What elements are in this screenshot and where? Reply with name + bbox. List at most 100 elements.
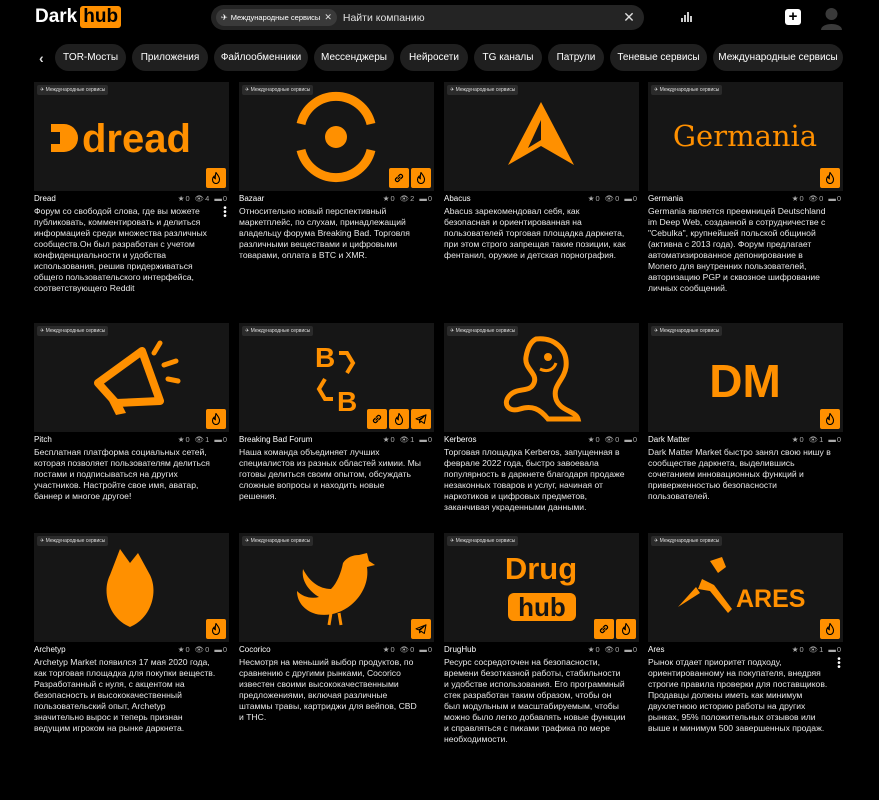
category-apps[interactable]: Приложения [132, 44, 208, 71]
card-name[interactable]: Ares [648, 645, 664, 654]
card-stats: ★0 👁4 ▬0 [178, 194, 227, 203]
fire-icon[interactable] [206, 409, 226, 429]
category-messengers[interactable]: Мессенджеры [314, 44, 394, 71]
category-tg[interactable]: TG каналы [474, 44, 542, 71]
card-thumbnail[interactable]: ✈ Международные сервисы Drug hub [444, 533, 639, 642]
fire-icon[interactable] [820, 619, 840, 639]
fire-icon[interactable] [820, 168, 840, 188]
card-name[interactable]: Dread [34, 194, 56, 203]
card-abacus[interactable]: ✈ Международные сервисы Abacus ★0 👁0 ▬0 … [444, 82, 639, 261]
eye-icon: 👁1 [399, 435, 415, 444]
card-ares[interactable]: ✈ Международные сервисы ARES Ares ★0 👁1 … [648, 533, 843, 734]
card-thumbnail[interactable]: ✈ Международные сервисы dread [34, 82, 229, 191]
site-logo[interactable]: Dark hub [35, 6, 122, 28]
plane-icon: ✈ [221, 13, 228, 22]
telegram-icon[interactable] [411, 409, 431, 429]
card-badges [411, 619, 431, 639]
card-stats: ★0 👁1 ▬0 [792, 645, 841, 654]
link-icon[interactable] [389, 168, 409, 188]
fire-icon[interactable] [206, 168, 226, 188]
link-icon[interactable] [367, 409, 387, 429]
card-pitch[interactable]: ✈ Международные сервисы Pitch ★0 👁1 ▬0 Б… [34, 323, 229, 502]
card-thumbnail[interactable]: ✈ Международные сервисы Germania [648, 82, 843, 191]
category-shadow[interactable]: Теневые сервисы [610, 44, 707, 71]
card-name[interactable]: Breaking Bad Forum [239, 435, 312, 444]
comment-icon: ▬0 [828, 435, 841, 444]
card-name[interactable]: DrugHub [444, 645, 476, 654]
card-thumbnail[interactable]: ✈ Международные сервисы [239, 533, 434, 642]
filter-chip[interactable]: ✈ Международные сервисы ✕ [216, 9, 337, 26]
card-archetyp[interactable]: ✈ Международные сервисы Archetyp ★0 👁0 ▬… [34, 533, 229, 734]
eye-icon: 👁1 [808, 435, 824, 444]
top-header: Dark hub ✈ Международные сервисы ✕ ✕ + [0, 0, 879, 38]
card-name[interactable]: Cocorico [239, 645, 271, 654]
comment-icon: ▬0 [419, 194, 432, 203]
eye-icon: 👁0 [604, 645, 620, 654]
abacus-logo [508, 102, 574, 165]
stats-icon[interactable] [681, 12, 693, 22]
dm-logo: DM [709, 355, 781, 407]
card-thumbnail[interactable]: ✈ Международные сервисы DM [648, 323, 843, 432]
card-name[interactable]: Bazaar [239, 194, 264, 203]
card-thumbnail[interactable]: ✈ Международные сервисы [239, 82, 434, 191]
card-name[interactable]: Dark Matter [648, 435, 690, 444]
card-description: Ресурс сосредоточен на безопасности, вре… [444, 657, 626, 744]
card-dark-matter[interactable]: ✈ Международные сервисы DM Dark Matter ★… [648, 323, 843, 502]
card-dread[interactable]: ✈ Международные сервисы dread Dread ★0 👁… [34, 82, 229, 294]
card-germania[interactable]: ✈ Международные сервисы Germania Germani… [648, 82, 843, 294]
category-tor[interactable]: TOR-Мосты [55, 44, 126, 71]
eye-icon: 👁1 [194, 435, 210, 444]
card-name[interactable]: Pitch [34, 435, 52, 444]
card-name[interactable]: Kerberos [444, 435, 476, 444]
fire-icon[interactable] [411, 168, 431, 188]
comment-icon: ▬0 [214, 645, 227, 654]
link-icon[interactable] [594, 619, 614, 639]
category-patrols[interactable]: Патрули [548, 44, 604, 71]
card-badges [820, 409, 840, 429]
category-ai[interactable]: Нейросети [400, 44, 468, 71]
add-button[interactable]: + [785, 9, 801, 25]
eye-icon: 👁2 [399, 194, 415, 203]
card-thumbnail[interactable]: ✈ Международные сервисы ARES [648, 533, 843, 642]
fire-icon[interactable] [389, 409, 409, 429]
user-avatar-icon[interactable] [821, 6, 842, 30]
card-thumbnail[interactable]: ✈ Международные сервисы [34, 323, 229, 432]
card-thumbnail[interactable]: ✈ Международные сервисы B B [239, 323, 434, 432]
card-cocorico[interactable]: ✈ Международные сервисы Cocorico ★0 👁0 ▬… [239, 533, 434, 723]
card-stats: ★0 👁0 ▬0 [588, 194, 637, 203]
comment-icon: ▬0 [419, 645, 432, 654]
clear-search-icon[interactable]: ✕ [618, 9, 640, 26]
more-options-icon[interactable]: • • • [223, 204, 227, 222]
card-drughub[interactable]: ✈ Международные сервисы Drug hub DrugHub… [444, 533, 639, 745]
card-kerberos[interactable]: ✈ Международные сервисы Kerberos ★0 👁0 ▬… [444, 323, 639, 513]
card-thumbnail[interactable]: ✈ Международные сервисы [34, 533, 229, 642]
card-name[interactable]: Germania [648, 194, 683, 203]
card-description: Dark Matter Market быстро занял свою ниш… [648, 447, 831, 501]
card-description: Наша команда объединяет лучших специалис… [239, 447, 421, 501]
card-breaking-bad[interactable]: ✈ Международные сервисы B B Breaking Bad… [239, 323, 434, 502]
fire-icon[interactable] [616, 619, 636, 639]
card-thumbnail[interactable]: ✈ Международные сервисы [444, 82, 639, 191]
category-international[interactable]: Международные сервисы [713, 44, 843, 71]
archetyp-logo [106, 549, 154, 627]
fire-icon[interactable] [820, 409, 840, 429]
card-thumbnail[interactable]: ✈ Международные сервисы [444, 323, 639, 432]
star-icon: ★0 [587, 435, 600, 444]
ares-logo: ARES [678, 557, 805, 613]
category-filesharing[interactable]: Файлообменники [214, 44, 308, 71]
card-stats: ★0 👁1 ▬0 [792, 435, 841, 444]
telegram-icon[interactable] [411, 619, 431, 639]
more-options-icon[interactable]: • • • [837, 655, 841, 673]
chevron-left-icon[interactable]: ‹ [39, 50, 44, 66]
comment-icon: ▬0 [624, 194, 637, 203]
card-description: Рынок отдает приоритет подходу, ориентир… [648, 657, 828, 733]
comment-icon: ▬0 [828, 194, 841, 203]
fire-icon[interactable] [206, 619, 226, 639]
search-input[interactable] [342, 11, 618, 24]
card-badges [594, 619, 636, 639]
chip-close-icon[interactable]: ✕ [324, 12, 332, 23]
card-bazaar[interactable]: ✈ Международные сервисы Bazaar ★0 👁2 ▬0 … [239, 82, 434, 261]
card-name[interactable]: Archetyp [34, 645, 66, 654]
card-name[interactable]: Abacus [444, 194, 471, 203]
comment-icon: ▬0 [214, 194, 227, 203]
